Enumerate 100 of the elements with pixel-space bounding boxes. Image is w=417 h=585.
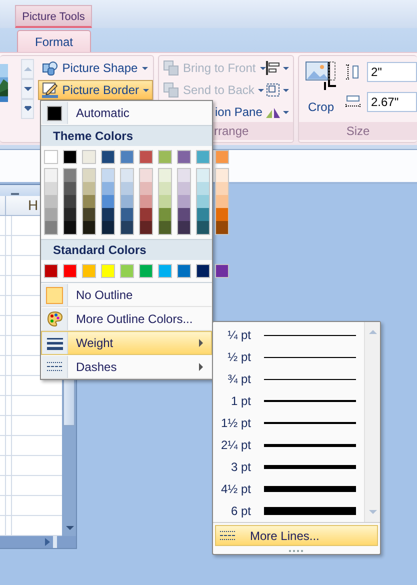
picture-shape-button[interactable]: Picture Shape (38, 58, 153, 78)
color-swatch[interactable] (140, 182, 152, 195)
align-button[interactable] (265, 59, 289, 77)
color-swatch[interactable] (159, 195, 171, 208)
menu-item[interactable]: No Outline (41, 283, 212, 307)
gallery-more-button[interactable] (21, 99, 34, 119)
ribbon-tab[interactable]: Format (17, 30, 91, 52)
color-swatch[interactable] (102, 182, 114, 195)
crop-button[interactable]: Crop (299, 56, 337, 114)
color-swatch[interactable] (159, 182, 171, 195)
color-swatch[interactable] (216, 195, 228, 208)
color-swatch[interactable] (197, 208, 209, 221)
color-swatch[interactable] (102, 195, 114, 208)
menu-item[interactable]: Dashes (41, 355, 212, 379)
selection-pane-button[interactable]: ion Pane (211, 102, 293, 122)
group-icon (265, 82, 281, 98)
color-swatch[interactable] (139, 150, 153, 164)
automatic-color-item[interactable]: Automatic (41, 101, 212, 125)
color-swatch[interactable] (45, 195, 57, 208)
color-swatch[interactable] (45, 169, 57, 182)
line-weight-option[interactable]: 4½ pt (213, 478, 364, 500)
gallery-down-button[interactable] (21, 79, 34, 99)
line-weight-option[interactable]: ¾ pt (213, 368, 364, 390)
color-swatch[interactable] (140, 169, 152, 182)
group-button[interactable] (265, 81, 289, 99)
color-swatch[interactable] (216, 208, 228, 221)
menu-item[interactable]: Weight (41, 331, 212, 355)
color-swatch[interactable] (45, 182, 57, 195)
color-swatch[interactable] (64, 182, 76, 195)
color-swatch[interactable] (178, 169, 190, 182)
color-swatch[interactable] (101, 264, 115, 278)
color-swatch[interactable] (82, 150, 96, 164)
color-swatch[interactable] (215, 150, 229, 164)
line-weight-option[interactable]: ½ pt (213, 346, 364, 368)
color-swatch[interactable] (197, 169, 209, 182)
color-swatch[interactable] (121, 221, 133, 234)
color-swatch[interactable] (83, 195, 95, 208)
line-weight-option[interactable]: 3 pt (213, 456, 364, 478)
horizontal-scrollbar[interactable] (0, 536, 76, 548)
color-swatch[interactable] (120, 264, 134, 278)
color-swatch[interactable] (64, 169, 76, 182)
line-weight-option[interactable]: 2¼ pt (213, 434, 364, 456)
color-swatch[interactable] (196, 150, 210, 164)
color-swatch[interactable] (159, 169, 171, 182)
more-lines-item[interactable]: More Lines... (215, 525, 378, 546)
color-swatch[interactable] (83, 169, 95, 182)
color-swatch[interactable] (121, 182, 133, 195)
minimize-icon[interactable] (11, 192, 19, 194)
height-field[interactable]: 2" (367, 62, 417, 82)
color-swatch[interactable] (120, 150, 134, 164)
color-swatch[interactable] (159, 221, 171, 234)
color-swatch[interactable] (44, 264, 58, 278)
line-weight-option[interactable]: 6 pt (213, 500, 364, 522)
color-swatch[interactable] (216, 221, 228, 234)
color-swatch[interactable] (140, 195, 152, 208)
width-field[interactable]: 2.67" (367, 92, 417, 112)
submenu-scrollbar[interactable] (364, 322, 380, 522)
color-swatch[interactable] (215, 264, 229, 278)
line-weight-option[interactable]: 1 pt (213, 390, 364, 412)
color-swatch[interactable] (177, 264, 191, 278)
color-swatch[interactable] (44, 150, 58, 164)
color-swatch[interactable] (102, 221, 114, 234)
color-swatch[interactable] (101, 150, 115, 164)
color-swatch[interactable] (216, 169, 228, 182)
color-swatch[interactable] (178, 182, 190, 195)
color-swatch[interactable] (102, 208, 114, 221)
color-swatch[interactable] (140, 221, 152, 234)
color-swatch[interactable] (64, 221, 76, 234)
color-swatch[interactable] (196, 264, 210, 278)
color-swatch[interactable] (45, 221, 57, 234)
color-swatch[interactable] (159, 208, 171, 221)
color-swatch[interactable] (45, 208, 57, 221)
color-swatch[interactable] (82, 264, 96, 278)
color-swatch[interactable] (64, 208, 76, 221)
color-swatch[interactable] (177, 150, 191, 164)
color-swatch[interactable] (140, 208, 152, 221)
color-swatch[interactable] (121, 169, 133, 182)
color-swatch[interactable] (158, 150, 172, 164)
line-weight-option[interactable]: ¼ pt (213, 324, 364, 346)
color-swatch[interactable] (178, 208, 190, 221)
color-swatch[interactable] (216, 182, 228, 195)
color-swatch[interactable] (63, 264, 77, 278)
color-swatch[interactable] (83, 221, 95, 234)
color-swatch[interactable] (158, 264, 172, 278)
color-swatch[interactable] (83, 182, 95, 195)
submenu-arrow-icon (199, 339, 203, 347)
line-weight-option[interactable]: 1½ pt (213, 412, 364, 434)
color-swatch[interactable] (102, 169, 114, 182)
color-swatch[interactable] (197, 221, 209, 234)
color-swatch[interactable] (197, 182, 209, 195)
color-swatch[interactable] (63, 150, 77, 164)
color-swatch[interactable] (121, 195, 133, 208)
color-swatch[interactable] (197, 195, 209, 208)
color-swatch[interactable] (64, 195, 76, 208)
color-swatch[interactable] (178, 195, 190, 208)
color-swatch[interactable] (139, 264, 153, 278)
color-swatch[interactable] (178, 221, 190, 234)
color-swatch[interactable] (121, 208, 133, 221)
color-swatch[interactable] (83, 208, 95, 221)
picture-border-button[interactable]: Picture Border (38, 80, 153, 100)
